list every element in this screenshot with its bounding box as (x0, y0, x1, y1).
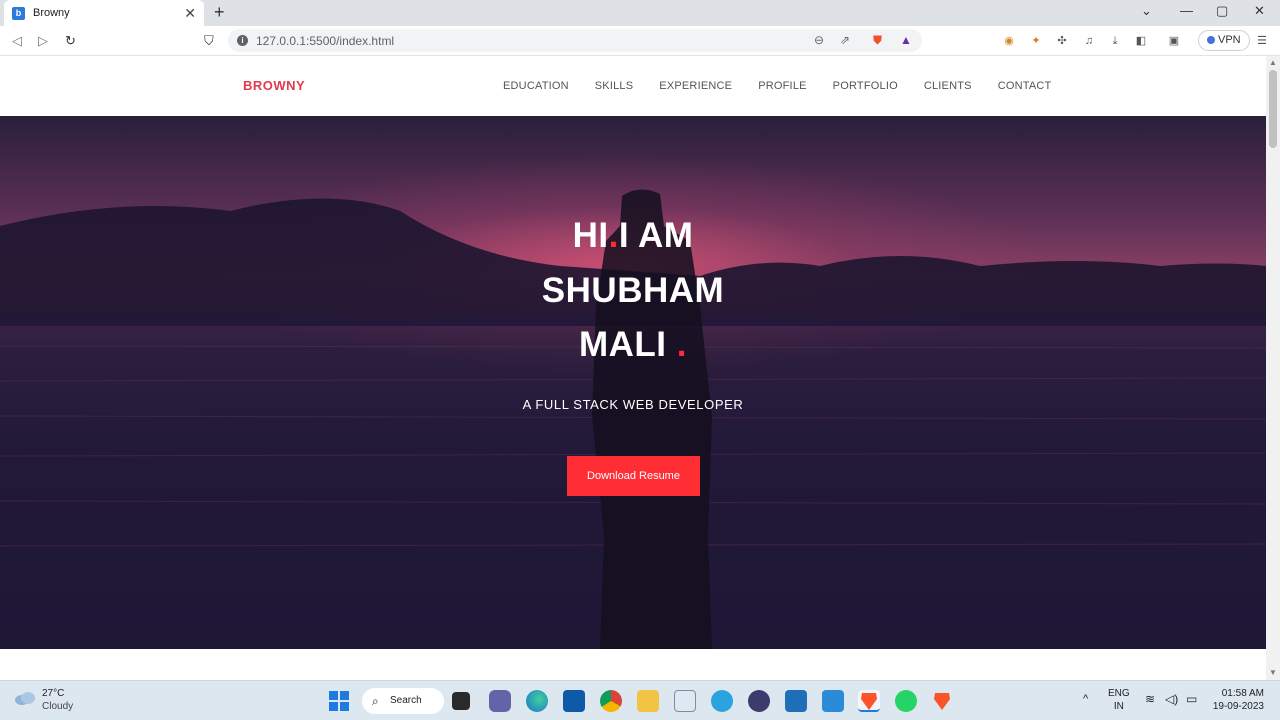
site-info-icon[interactable]: i (237, 35, 248, 46)
extension-icon[interactable]: ◉ (1001, 33, 1017, 49)
photos-icon[interactable] (674, 690, 696, 712)
hero-section: HI.I AM SHUBHAM MALI . A FULL STACK WEB … (0, 116, 1266, 649)
wifi-icon[interactable]: ≋ (1145, 693, 1155, 706)
language-code: ENG (1108, 688, 1130, 699)
url-text[interactable]: 127.0.0.1:5500/index.html (256, 34, 394, 48)
reload-icon[interactable]: ↻ (65, 32, 76, 50)
nav-experience[interactable]: EXPERIENCE (659, 80, 732, 92)
forward-icon[interactable]: ▷ (38, 32, 48, 50)
store-icon[interactable] (563, 690, 585, 712)
wallet-icon[interactable]: ▣ (1166, 33, 1182, 49)
tray-chevron-icon[interactable]: ^ (1083, 693, 1088, 706)
clock[interactable]: 01:58 AM 19-09-2023 (1210, 687, 1264, 713)
file-explorer-icon[interactable] (637, 690, 659, 712)
extensions-puzzle-icon[interactable]: ✣ (1054, 33, 1070, 49)
nav-skills[interactable]: SKILLS (595, 80, 634, 92)
windows-taskbar: 27°C Cloudy ⌕ Search ^ ENG IN ≋ ◁) ▭ 01:… (0, 680, 1280, 720)
start-button[interactable] (328, 690, 350, 712)
brave-taskbar-icon[interactable] (858, 690, 880, 712)
language-indicator[interactable]: ENG IN (1108, 687, 1130, 713)
browser-tab-bar: b Browny ✕ + ⌄ — ▢ ✕ (0, 0, 1280, 26)
weather-temperature: 27°C (42, 688, 65, 699)
page-viewport: BROWNY EDUCATION SKILLS EXPERIENCE PROFI… (0, 56, 1266, 680)
download-resume-button[interactable]: Download Resume (567, 456, 700, 496)
volume-icon[interactable]: ◁) (1165, 693, 1178, 706)
browser-toolbar: ◁ ▷ ↻ ⛉ i 127.0.0.1:5500/index.html ⊖ ⇗ … (0, 26, 1280, 56)
nav-clients[interactable]: CLIENTS (924, 80, 972, 92)
scrollbar-thumb[interactable] (1269, 70, 1277, 148)
language-region: IN (1113, 701, 1124, 712)
battery-icon[interactable]: ▭ (1186, 693, 1197, 706)
edge-icon[interactable] (526, 690, 548, 712)
brave-shields-icon[interactable]: ⛊ (873, 33, 882, 48)
hero-hi-text: HI (572, 216, 609, 255)
hero-iam-text: I AM (618, 216, 694, 255)
search-icon: ⌕ (372, 694, 379, 708)
nav-profile[interactable]: PROFILE (758, 80, 806, 92)
site-menu: EDUCATION SKILLS EXPERIENCE PROFILE PORT… (503, 80, 1077, 92)
vscode-icon[interactable] (822, 690, 844, 712)
telegram-icon[interactable] (711, 690, 733, 712)
metamask-icon[interactable]: ✦ (1028, 33, 1044, 49)
maximize-button[interactable]: ▢ (1216, 3, 1228, 19)
hero-subtitle: A FULL STACK WEB DEVELOPER (522, 397, 744, 412)
clock-time: 01:58 AM (1221, 688, 1264, 699)
cloud-icon (15, 692, 35, 705)
vpn-label: VPN (1218, 34, 1241, 46)
chrome-icon[interactable] (600, 690, 622, 712)
taskbar-search-label: Search (390, 695, 422, 706)
menu-icon[interactable]: ☰ (1254, 33, 1270, 49)
site-logo[interactable]: BROWNY (243, 78, 305, 93)
download-icon[interactable]: ⤓ (1107, 33, 1123, 49)
clock-date: 19-09-2023 (1212, 701, 1264, 712)
minimize-button[interactable]: — (1180, 3, 1193, 18)
hero-headline-line3: MALI . (433, 325, 833, 365)
hero-accent-dot: . (608, 216, 619, 255)
tab-title: Browny (33, 7, 70, 19)
nav-education[interactable]: EDUCATION (503, 80, 569, 92)
nav-portfolio[interactable]: PORTFOLIO (833, 80, 898, 92)
close-window-button[interactable]: ✕ (1254, 3, 1265, 19)
brave-lion-icon (861, 693, 877, 710)
eclipse-icon[interactable] (748, 690, 770, 712)
vpn-button[interactable]: VPN (1198, 30, 1250, 51)
nav-contact[interactable]: CONTACT (998, 80, 1052, 92)
scroll-down-icon[interactable]: ▼ (1269, 668, 1277, 677)
tab-search-chevron-icon[interactable]: ⌄ (1141, 3, 1152, 19)
hero-content: HI.I AM SHUBHAM MALI . A FULL STACK WEB … (0, 116, 1266, 649)
address-bar[interactable]: i 127.0.0.1:5500/index.html ⊖ ⇗ ⛊ ▲ (228, 29, 922, 52)
bookmark-icon[interactable]: ⛉ (204, 32, 214, 50)
close-tab-icon[interactable]: ✕ (184, 5, 196, 22)
sidebar-icon[interactable]: ◧ (1133, 33, 1149, 49)
new-tab-button[interactable]: + (214, 2, 225, 22)
scroll-up-icon[interactable]: ▲ (1269, 58, 1277, 67)
windows-logo-icon (329, 691, 349, 711)
taskbar-search[interactable]: ⌕ Search (362, 688, 444, 714)
weather-condition: Cloudy (42, 701, 74, 712)
whatsapp-icon[interactable] (895, 690, 917, 712)
task-view-icon[interactable] (452, 692, 470, 710)
brave-lion-icon-2 (934, 693, 950, 710)
site-navbar: BROWNY EDUCATION SKILLS EXPERIENCE PROFI… (0, 56, 1266, 116)
hero-headline-line2: SHUBHAM (541, 271, 725, 310)
vpn-dot-icon (1207, 36, 1215, 44)
zoom-icon[interactable]: ⊖ (814, 33, 824, 47)
brave-rewards-icon[interactable]: ▲ (900, 33, 912, 47)
browser-tab[interactable]: b Browny ✕ (4, 0, 204, 26)
media-icon[interactable]: ♫ (1081, 33, 1097, 49)
page-scrollbar[interactable]: ▲ ▼ (1266, 56, 1280, 680)
hero-accent-dot-2: . (676, 325, 687, 364)
teams-icon[interactable] (489, 690, 511, 712)
back-icon[interactable]: ◁ (12, 32, 22, 50)
hero-surname-text: MALI (578, 325, 667, 364)
share-icon[interactable]: ⇗ (840, 33, 850, 47)
hero-headline-line1: HI.I AM (433, 216, 833, 256)
app-icon[interactable] (785, 690, 807, 712)
site-favicon-icon: b (12, 6, 25, 20)
brave-alt-icon[interactable] (931, 690, 953, 712)
